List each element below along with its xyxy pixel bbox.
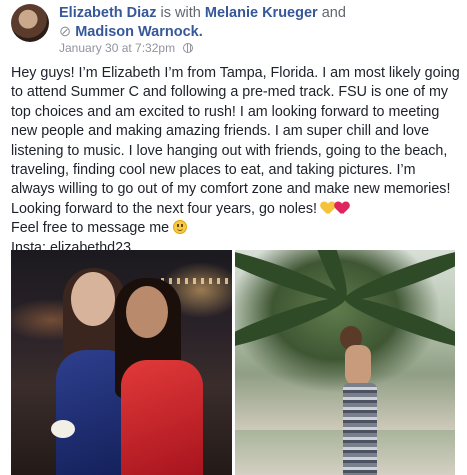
girl-striped-pants [343, 383, 377, 475]
photo-right[interactable] [235, 250, 455, 475]
girl-2-face [126, 286, 168, 338]
post-timestamp-link[interactable]: January 30 at 7:32pm [59, 41, 175, 55]
author-name-link[interactable]: Elizabeth Diaz [59, 5, 157, 21]
red-heart-icon [335, 202, 349, 214]
facebook-post: Elizabeth Diaz is with Melanie Krueger a… [0, 0, 467, 475]
post-body-paragraph: Hey guys! I’m Elizabeth I’m from Tampa, … [11, 65, 460, 217]
with-text: is with [160, 5, 201, 21]
palm-frond [235, 290, 349, 356]
globe-icon[interactable] [183, 43, 194, 53]
tagged-friend-2-link[interactable]: Madison Warnock. [75, 24, 203, 40]
yellow-heart-icon [321, 202, 335, 214]
corsage [51, 420, 75, 438]
photo-left[interactable] [11, 250, 232, 475]
post-meta: January 30 at 7:32pm [59, 41, 194, 55]
girl-2-red-dress [121, 360, 203, 475]
post-body-line2: Feel free to message me [11, 219, 463, 238]
string-lights [161, 278, 231, 284]
author-avatar[interactable] [11, 4, 49, 42]
girl-torso [345, 345, 371, 385]
and-text: and [321, 5, 346, 21]
smiley-icon [173, 220, 188, 235]
post-body-main: Hey guys! I’m Elizabeth I’m from Tampa, … [11, 64, 463, 219]
post-header: Elizabeth Diaz is with Melanie Krueger a… [59, 4, 459, 42]
tagged-friend-1-link[interactable]: Melanie Krueger [205, 5, 318, 21]
tag-dot: ⊘ [59, 24, 72, 40]
post-body: Hey guys! I’m Elizabeth I’m from Tampa, … [11, 64, 463, 258]
girl-1-face [71, 272, 115, 326]
message-invite-text: Feel free to message me [11, 220, 170, 237]
